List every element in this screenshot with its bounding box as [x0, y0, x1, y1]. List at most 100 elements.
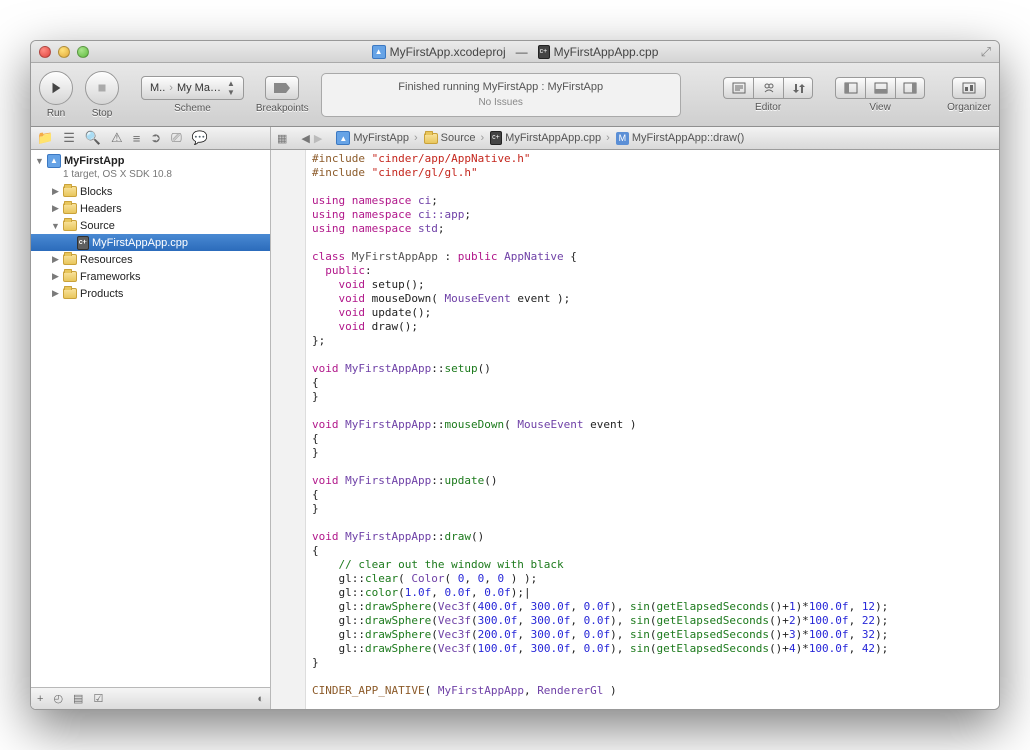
- toggle-navigator-button[interactable]: [835, 77, 865, 99]
- recent-filter-icon[interactable]: ◴: [53, 692, 63, 705]
- project-icon: ▲: [372, 45, 386, 59]
- fullscreen-icon[interactable]: ⤢: [981, 44, 991, 60]
- t: (: [431, 628, 438, 641]
- tree-row-source-file[interactable]: MyFirstAppApp.cpp: [31, 234, 270, 251]
- test-navigator-icon[interactable]: ≡: [133, 131, 141, 146]
- t: ,: [570, 642, 583, 655]
- t: ::: [431, 474, 444, 487]
- t: 300.0f: [531, 600, 571, 613]
- folder-icon: [63, 203, 77, 214]
- code-area[interactable]: #include "cinder/app/AppNative.h" #inclu…: [306, 150, 999, 709]
- t: );: [875, 628, 888, 641]
- crumb-source[interactable]: Source ›: [424, 132, 487, 144]
- project-navigator-icon[interactable]: 📁: [37, 130, 53, 146]
- tree-label: Source: [80, 220, 115, 232]
- t: clear: [365, 572, 398, 585]
- editor-label: Editor: [755, 102, 781, 113]
- chevron-right-icon: ›: [412, 132, 420, 144]
- tree-row-source[interactable]: Source: [31, 217, 270, 234]
- toggle-debug-button[interactable]: [865, 77, 895, 99]
- scm-filter-icon[interactable]: ▤: [73, 692, 83, 705]
- scheme-selector[interactable]: M.. › My Ma… ▲▼: [141, 76, 244, 100]
- t: 0.0f: [584, 600, 611, 613]
- gutter[interactable]: [271, 150, 306, 709]
- t: (: [431, 292, 444, 305]
- disclosure-triangle-icon[interactable]: [35, 156, 44, 166]
- crumb-project[interactable]: ▲ MyFirstApp ›: [336, 131, 419, 145]
- tree-row-products[interactable]: Products: [31, 285, 270, 302]
- assistant-editor-button[interactable]: [753, 77, 783, 99]
- t: gl::: [312, 642, 365, 655]
- version-editor-button[interactable]: [783, 77, 813, 99]
- t: ): [603, 684, 616, 697]
- t: #include: [312, 152, 372, 165]
- search-navigator-icon[interactable]: 🔍: [85, 130, 101, 146]
- zoom-window-button[interactable]: [77, 46, 89, 58]
- minimize-window-button[interactable]: [58, 46, 70, 58]
- t: 300.0f: [531, 628, 571, 641]
- forward-button[interactable]: ▶: [314, 132, 322, 145]
- run-button[interactable]: [39, 71, 73, 105]
- toggle-utilities-button[interactable]: [895, 77, 925, 99]
- standard-editor-button[interactable]: [723, 77, 753, 99]
- filter-field-icon[interactable]: ◐: [257, 693, 264, 705]
- t: 100.0f: [809, 600, 849, 613]
- organizer-button[interactable]: [952, 77, 986, 99]
- breakpoints-button[interactable]: [265, 76, 299, 100]
- crumb-symbol[interactable]: M MyFirstAppApp::draw(): [616, 132, 744, 145]
- disclosure-triangle-icon[interactable]: [51, 254, 60, 265]
- organizer-label: Organizer: [947, 102, 991, 113]
- tree-project-row[interactable]: ▲ MyFirstApp: [31, 152, 270, 169]
- crumb-file[interactable]: MyFirstAppApp.cpp ›: [490, 131, 612, 145]
- project-name: MyFirstApp: [64, 155, 125, 167]
- t: void: [312, 306, 372, 319]
- issue-navigator-icon[interactable]: ⚠: [111, 130, 123, 146]
- tree-row-blocks[interactable]: Blocks: [31, 183, 270, 200]
- file-tree[interactable]: ▲ MyFirstApp 1 target, OS X SDK 10.8 Blo…: [31, 150, 270, 687]
- t: }: [312, 502, 319, 515]
- unsaved-filter-icon[interactable]: ☑: [93, 692, 103, 705]
- t: mouseDown: [372, 292, 432, 305]
- t: (): [478, 362, 491, 375]
- t: (: [444, 572, 457, 585]
- stop-button[interactable]: [85, 71, 119, 105]
- t: class: [312, 250, 352, 263]
- disclosure-triangle-icon[interactable]: [51, 271, 60, 282]
- breakpoint-navigator-icon[interactable]: ⎚: [171, 130, 181, 146]
- t: gl::: [312, 628, 365, 641]
- t: Vec3f: [438, 614, 471, 627]
- symbol-navigator-icon[interactable]: ☰: [63, 130, 75, 146]
- debug-navigator-icon[interactable]: ➲: [150, 130, 161, 146]
- tree-row-frameworks[interactable]: Frameworks: [31, 268, 270, 285]
- t: event ): [584, 418, 637, 431]
- t: ,: [517, 628, 530, 641]
- t: );: [875, 614, 888, 627]
- related-items-icon[interactable]: ▦: [277, 132, 287, 145]
- t: (: [398, 586, 405, 599]
- disclosure-triangle-icon[interactable]: [51, 221, 60, 231]
- t: void: [312, 292, 372, 305]
- view-label: View: [869, 102, 891, 113]
- t: 0.0f: [484, 586, 511, 599]
- t: ,: [570, 628, 583, 641]
- disclosure-triangle-icon[interactable]: [51, 186, 60, 197]
- log-navigator-icon[interactable]: 💬: [192, 130, 208, 146]
- t: (): [471, 530, 484, 543]
- back-button[interactable]: ◀: [301, 132, 309, 145]
- tree-label: MyFirstAppApp.cpp: [92, 237, 188, 249]
- tree-row-headers[interactable]: Headers: [31, 200, 270, 217]
- disclosure-triangle-icon[interactable]: [51, 203, 60, 214]
- t: MyFirstAppApp: [438, 684, 524, 697]
- tree-row-resources[interactable]: Resources: [31, 251, 270, 268]
- t: Vec3f: [438, 628, 471, 641]
- t: MyFirstAppApp: [345, 362, 431, 375]
- folder-icon: [63, 220, 77, 231]
- disclosure-triangle-icon[interactable]: [51, 288, 60, 299]
- t: }: [312, 656, 319, 669]
- t: 1: [789, 600, 796, 613]
- t: std: [418, 222, 438, 235]
- add-button[interactable]: +: [37, 693, 43, 705]
- t: {: [312, 376, 319, 389]
- close-window-button[interactable]: [39, 46, 51, 58]
- status-sub-message: No Issues: [478, 97, 522, 108]
